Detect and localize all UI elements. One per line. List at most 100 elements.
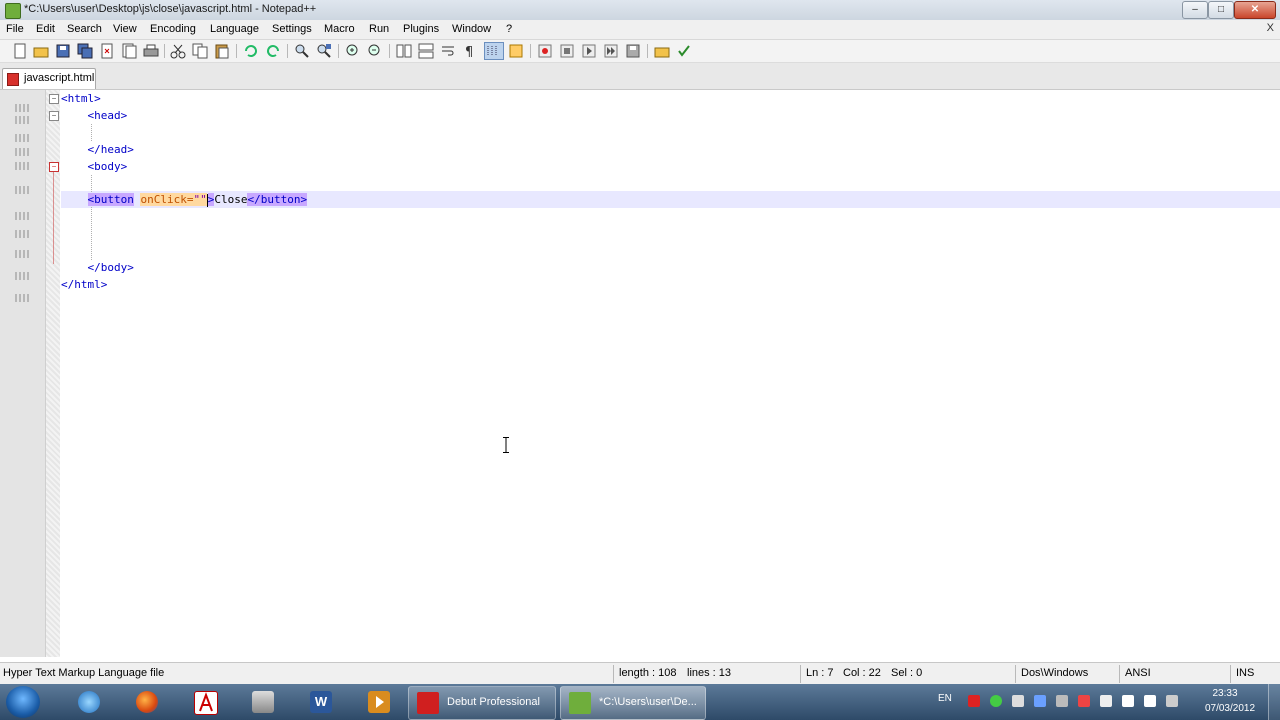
code-line-12: </html>	[61, 278, 108, 291]
menu-settings[interactable]: Settings	[272, 23, 312, 35]
tray-flag-icon[interactable]	[1144, 695, 1156, 707]
tab-label: javascript.html	[24, 72, 95, 84]
stop-record-icon[interactable]	[559, 43, 575, 59]
close-icon[interactable]	[99, 43, 115, 59]
menu-view[interactable]: View	[113, 23, 137, 35]
code-text[interactable]: <html> <head> </head> <body> <button onC…	[61, 90, 1280, 657]
window-title: *C:\Users\user\Desktop\js\close\javascri…	[24, 3, 317, 15]
media-player-icon[interactable]	[356, 687, 400, 717]
close-window-button[interactable]: ✕	[1234, 1, 1276, 19]
unsaved-file-icon	[7, 73, 19, 86]
fold-margin[interactable]: − − −	[46, 90, 60, 657]
sync-v-icon[interactable]	[396, 43, 412, 59]
save-all-icon[interactable]	[77, 43, 93, 59]
paste-icon[interactable]	[214, 43, 230, 59]
spellcheck-icon[interactable]	[676, 43, 692, 59]
zoom-in-icon[interactable]	[345, 43, 361, 59]
save-macro-icon[interactable]	[625, 43, 641, 59]
status-file-type: Hyper Text Markup Language file	[3, 667, 165, 679]
line-number-margin	[0, 90, 46, 657]
code-line-7: <button onClick="">Close</button>	[87, 193, 308, 207]
tray-volume-icon[interactable]	[1012, 695, 1024, 707]
taskbar-notepadpp[interactable]: *C:\Users\user\De...	[560, 686, 706, 720]
find-icon[interactable]	[294, 43, 310, 59]
status-encoding: ANSI	[1125, 667, 1151, 679]
save-icon[interactable]	[55, 43, 71, 59]
tray-bluetooth-icon[interactable]	[1034, 695, 1046, 707]
scanner-icon[interactable]	[240, 687, 284, 717]
language-indicator[interactable]: EN	[938, 693, 952, 704]
tab-javascript-html[interactable]: javascript.html	[2, 68, 96, 89]
print-icon[interactable]	[143, 43, 159, 59]
menu-bar: File Edit Search View Encoding Language …	[0, 20, 1280, 40]
word-wrap-icon[interactable]	[440, 43, 456, 59]
play-macro-icon[interactable]	[581, 43, 597, 59]
replace-icon[interactable]	[316, 43, 332, 59]
fold-head-icon[interactable]: −	[49, 111, 59, 121]
status-insert-mode: INS	[1236, 667, 1255, 679]
menu-run[interactable]: Run	[369, 23, 389, 35]
close-document-icon[interactable]: X	[1267, 22, 1274, 34]
code-line-4: </head>	[87, 143, 134, 156]
minimize-button[interactable]: –	[1182, 1, 1208, 19]
all-chars-icon[interactable]: ¶	[462, 43, 478, 59]
title-bar: *C:\Users\user\Desktop\js\close\javascri…	[0, 0, 1280, 21]
new-file-icon[interactable]	[12, 43, 28, 59]
code-line-1: <html>	[61, 92, 101, 105]
menu-plugins[interactable]: Plugins	[403, 23, 439, 35]
fold-body-icon[interactable]: −	[49, 162, 59, 172]
toolbar: ¶	[0, 40, 1280, 63]
indent-guide-icon[interactable]	[484, 42, 504, 60]
svg-text:¶: ¶	[465, 45, 473, 59]
redo-icon[interactable]	[265, 43, 281, 59]
notepadpp-icon	[569, 692, 591, 714]
clock-time[interactable]: 23:33	[1200, 688, 1250, 699]
menu-encoding[interactable]: Encoding	[150, 23, 196, 35]
internet-explorer-icon[interactable]	[66, 687, 110, 717]
user-lang-icon[interactable]	[508, 43, 524, 59]
copy-icon[interactable]	[192, 43, 208, 59]
maximize-button[interactable]: □	[1208, 1, 1234, 19]
tray-app-icon[interactable]	[1100, 695, 1112, 707]
tray-signal-icon[interactable]	[1122, 695, 1134, 707]
undo-icon[interactable]	[243, 43, 259, 59]
code-line-2: <head>	[87, 109, 128, 122]
sync-h-icon[interactable]	[418, 43, 434, 59]
button-open-tag: <button	[87, 193, 134, 206]
acrobat-icon[interactable]	[182, 687, 226, 717]
word-icon[interactable]: W	[298, 687, 342, 717]
debut-icon	[417, 692, 439, 714]
menu-edit[interactable]: Edit	[36, 23, 55, 35]
menu-macro[interactable]: Macro	[324, 23, 355, 35]
firefox-icon[interactable]	[124, 687, 168, 717]
show-desktop-button[interactable]	[1268, 684, 1280, 720]
menu-window[interactable]: Window	[452, 23, 491, 35]
close-all-icon[interactable]	[121, 43, 137, 59]
start-button[interactable]	[6, 686, 40, 718]
clock-date[interactable]: 07/03/2012	[1200, 703, 1260, 714]
tray-security-icon[interactable]	[1078, 695, 1090, 707]
status-column: Col : 22	[843, 667, 881, 679]
tray-power-icon[interactable]	[1166, 695, 1178, 707]
folder-icon[interactable]	[654, 43, 670, 59]
tray-tool-icon[interactable]	[1056, 695, 1068, 707]
menu-language[interactable]: Language	[210, 23, 259, 35]
zoom-out-icon[interactable]	[367, 43, 383, 59]
menu-help[interactable]: ?	[506, 23, 512, 35]
notepadpp-app-icon[interactable]	[5, 3, 21, 19]
menu-file[interactable]: File	[6, 23, 24, 35]
taskbar-debut-professional[interactable]: Debut Professional	[408, 686, 556, 720]
tray-network-icon[interactable]	[990, 695, 1002, 707]
fold-html-icon[interactable]: −	[49, 94, 59, 104]
status-length: length : 108	[619, 667, 677, 679]
run-macro-multiple-icon[interactable]	[603, 43, 619, 59]
status-selection: Sel : 0	[891, 667, 923, 679]
tray-record-icon[interactable]	[968, 695, 980, 707]
record-macro-icon[interactable]	[537, 43, 553, 59]
mouse-ibeam-cursor	[503, 437, 509, 453]
menu-search[interactable]: Search	[67, 23, 102, 35]
tab-bar: javascript.html	[0, 63, 1280, 90]
cut-icon[interactable]	[170, 43, 186, 59]
editor-area[interactable]: − − − <html> <head> </head> <body> <butt…	[0, 90, 1280, 657]
open-file-icon[interactable]	[33, 43, 49, 59]
